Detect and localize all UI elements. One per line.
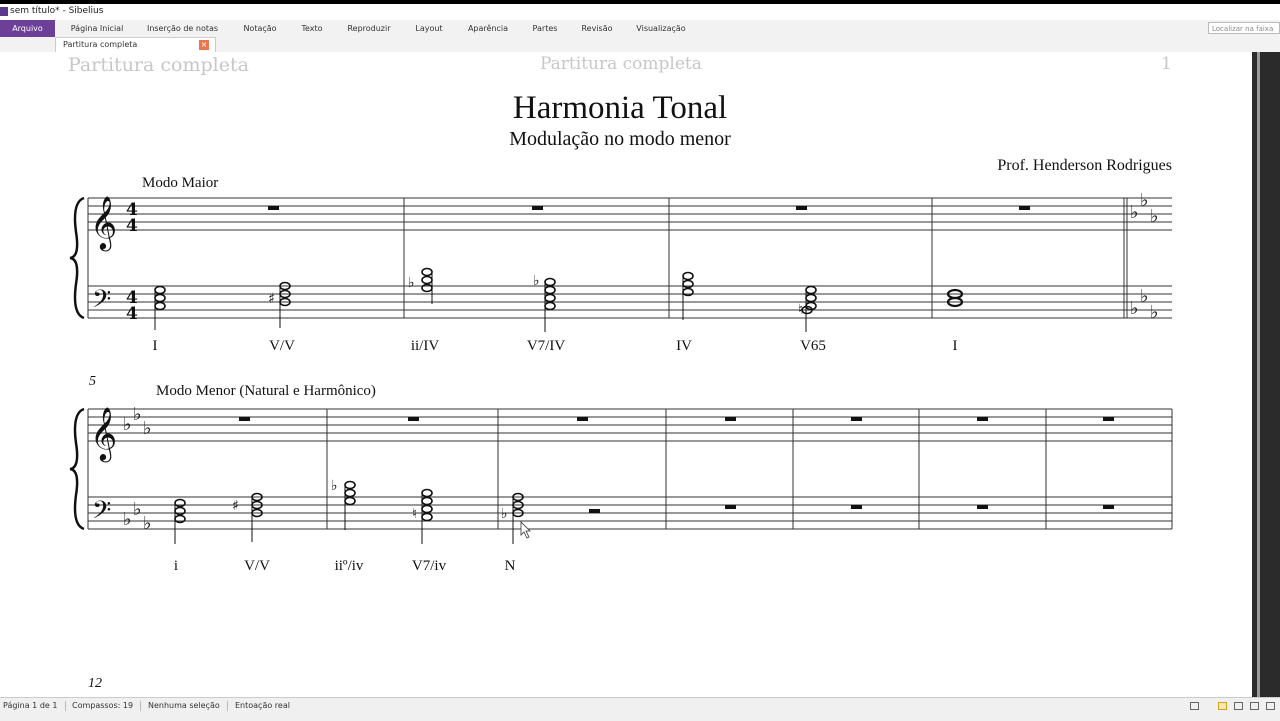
tab-reproduzir[interactable]: Reproduzir bbox=[340, 20, 398, 37]
status-pitch[interactable]: Entoação real bbox=[235, 701, 290, 710]
ribbon-search-input[interactable]: Localizar na faixa bbox=[1208, 22, 1280, 34]
split-view-icon[interactable] bbox=[1250, 702, 1259, 710]
svg-text:♭: ♭ bbox=[143, 418, 152, 439]
notation-canvas[interactable]: 𝄞 𝄢 4 4 4 4 𝄞 𝄢 ♭ ♭♭ ♭ ♭♭ ♭♭♭ ♭♭♭ ♯ ♭ ♭ … bbox=[0, 52, 1252, 697]
svg-text:♭: ♭ bbox=[331, 478, 338, 494]
time-signature-denominator: 4 bbox=[126, 304, 138, 324]
svg-text:♯: ♯ bbox=[268, 291, 275, 307]
svg-text:♭: ♭ bbox=[1130, 202, 1139, 223]
key-signature-flats: ♭ ♭♭ ♭ ♭♭ ♭♭♭ ♭♭♭ bbox=[123, 190, 1159, 534]
tab-pagina-inicial[interactable]: Página Inicial bbox=[62, 20, 132, 37]
view-mode-icon[interactable] bbox=[1190, 702, 1199, 710]
svg-text:♯: ♯ bbox=[232, 498, 239, 514]
svg-text:♭: ♭ bbox=[1140, 190, 1149, 211]
svg-text:♭: ♭ bbox=[133, 499, 142, 520]
bass-clef-icon: 𝄢 bbox=[92, 285, 111, 320]
svg-text:♭: ♭ bbox=[533, 273, 540, 289]
accidentals-system-2: ♯ ♭ ♮ ♭ bbox=[232, 478, 508, 522]
window-title: sem título* - Sibelius bbox=[10, 6, 104, 16]
title-bar: sem título* - Sibelius bbox=[0, 0, 1280, 20]
close-icon[interactable]: × bbox=[199, 40, 209, 50]
zoom-view-icon[interactable] bbox=[1266, 702, 1275, 710]
tab-arquivo[interactable]: Arquivo bbox=[0, 20, 55, 37]
status-page: Página 1 de 1 bbox=[3, 701, 58, 710]
svg-text:♭: ♭ bbox=[1140, 286, 1149, 307]
document-tab-label: Partitura completa bbox=[63, 40, 138, 49]
sibelius-app-icon bbox=[0, 7, 8, 16]
tab-visualizacao[interactable]: Visualização bbox=[628, 20, 694, 37]
status-separator bbox=[227, 701, 228, 711]
svg-text:♭: ♭ bbox=[1150, 302, 1159, 323]
tab-texto[interactable]: Texto bbox=[293, 20, 331, 37]
svg-text:♭: ♭ bbox=[501, 506, 508, 522]
tab-revisao[interactable]: Revisão bbox=[574, 20, 620, 37]
treble-clef-icon: 𝄞 bbox=[90, 195, 117, 251]
svg-text:♭: ♭ bbox=[123, 414, 132, 435]
svg-text:♭: ♭ bbox=[408, 275, 415, 291]
system-2-staves bbox=[87, 408, 1173, 530]
chord-noteheads-system-1 bbox=[154, 267, 964, 315]
tab-partes[interactable]: Partes bbox=[524, 20, 566, 37]
chord-noteheads-system-2 bbox=[174, 480, 524, 524]
chord-stems-system-2 bbox=[174, 485, 514, 544]
system-1-staves bbox=[87, 197, 1172, 319]
page-view-icon[interactable] bbox=[1218, 702, 1227, 710]
bass-clef-icon: 𝄢 bbox=[92, 496, 111, 531]
treble-clef-icon: 𝄞 bbox=[90, 406, 117, 462]
time-signature-denominator: 4 bbox=[126, 216, 138, 236]
svg-text:♭: ♭ bbox=[133, 404, 142, 425]
svg-text:♭: ♭ bbox=[1150, 206, 1159, 227]
vertical-scrollbar[interactable] bbox=[1257, 52, 1260, 697]
svg-text:♮: ♮ bbox=[412, 506, 417, 522]
page-edge-scroll-area[interactable] bbox=[1252, 52, 1280, 697]
mouse-cursor-icon bbox=[520, 521, 531, 539]
tab-layout[interactable]: Layout bbox=[406, 20, 452, 37]
svg-text:♭: ♭ bbox=[1130, 298, 1139, 319]
brace-icon bbox=[69, 407, 85, 531]
score-page[interactable]: Partitura completa Partitura completa 1 … bbox=[0, 52, 1252, 697]
accidentals-system-1: ♯ ♭ ♭ ♮ bbox=[268, 273, 803, 318]
status-separator bbox=[65, 701, 66, 711]
svg-text:♮: ♮ bbox=[798, 302, 803, 318]
ribbon-tabs: Arquivo Página Inicial Inserção de notas… bbox=[0, 20, 1280, 38]
status-bar: Página 1 de 1 Compassos: 19 Nenhuma sele… bbox=[0, 697, 1280, 721]
svg-text:♭: ♭ bbox=[143, 513, 152, 534]
status-selection: Nenhuma seleção bbox=[148, 701, 220, 710]
status-bars: Compassos: 19 bbox=[72, 701, 134, 710]
svg-text:♭: ♭ bbox=[123, 509, 132, 530]
tab-insercao-de-notas[interactable]: Inserção de notas bbox=[140, 20, 225, 37]
tab-notacao[interactable]: Notação bbox=[235, 20, 285, 37]
status-separator bbox=[140, 701, 141, 711]
brace-icon bbox=[69, 196, 85, 320]
panorama-view-icon[interactable] bbox=[1234, 702, 1243, 710]
tab-aparencia[interactable]: Aparência bbox=[460, 20, 516, 37]
document-tab-bar: Partitura completa × bbox=[0, 37, 1280, 53]
whole-rests bbox=[239, 206, 1114, 513]
document-tab-full-score[interactable]: Partitura completa × bbox=[55, 37, 216, 52]
